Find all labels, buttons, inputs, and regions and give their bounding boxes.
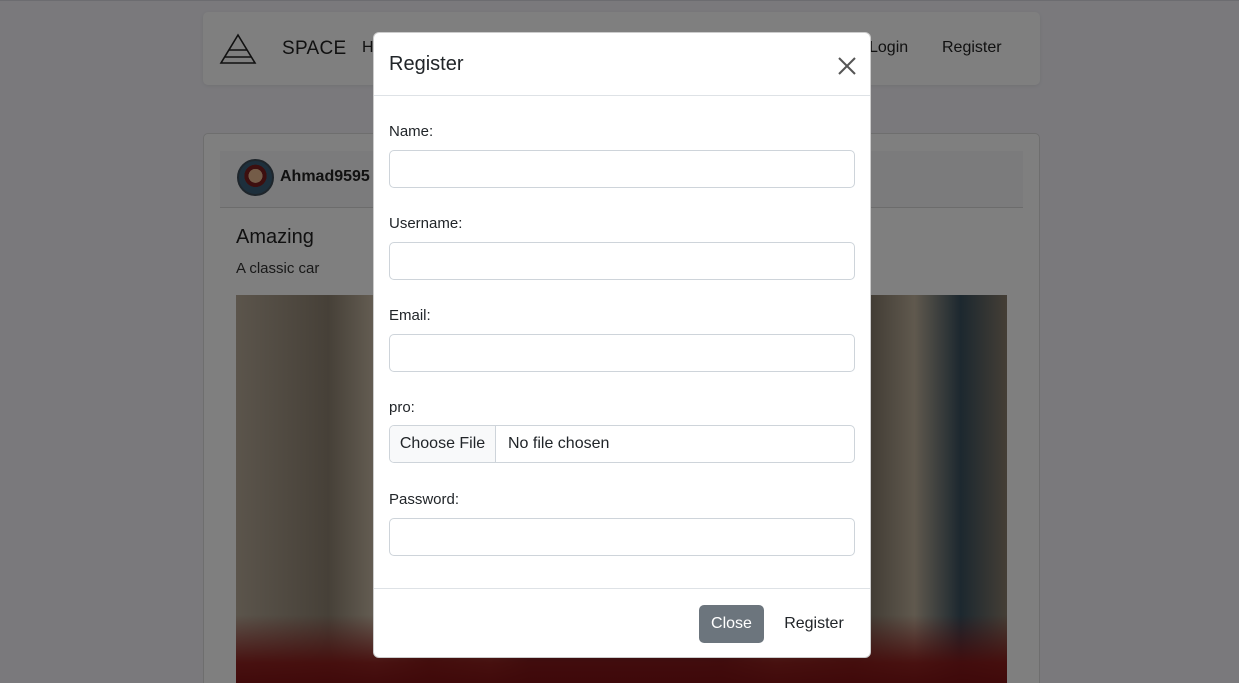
modal-header: Register	[374, 33, 870, 96]
password-field[interactable]	[389, 518, 855, 556]
email-field[interactable]	[389, 334, 855, 372]
email-label: Email:	[389, 307, 431, 324]
pro-label: pro:	[389, 399, 415, 416]
modal-footer: Close Register	[374, 588, 870, 659]
name-field[interactable]	[389, 150, 855, 188]
file-status: No file chosen	[508, 435, 610, 452]
modal-title: Register	[389, 53, 464, 75]
password-label: Password:	[389, 491, 460, 508]
username-field[interactable]	[389, 242, 855, 280]
name-label: Name:	[389, 123, 434, 140]
pro-file-input[interactable]: Choose File No file chosen	[389, 425, 855, 463]
close-button[interactable]: Close	[699, 605, 764, 643]
close-icon[interactable]	[836, 55, 858, 77]
username-label: Username:	[389, 215, 463, 232]
register-modal: Register Name: Username: Email: pro: Cho…	[373, 32, 871, 658]
choose-file-button[interactable]: Choose File	[390, 426, 496, 462]
register-submit-button[interactable]: Register	[774, 605, 854, 643]
